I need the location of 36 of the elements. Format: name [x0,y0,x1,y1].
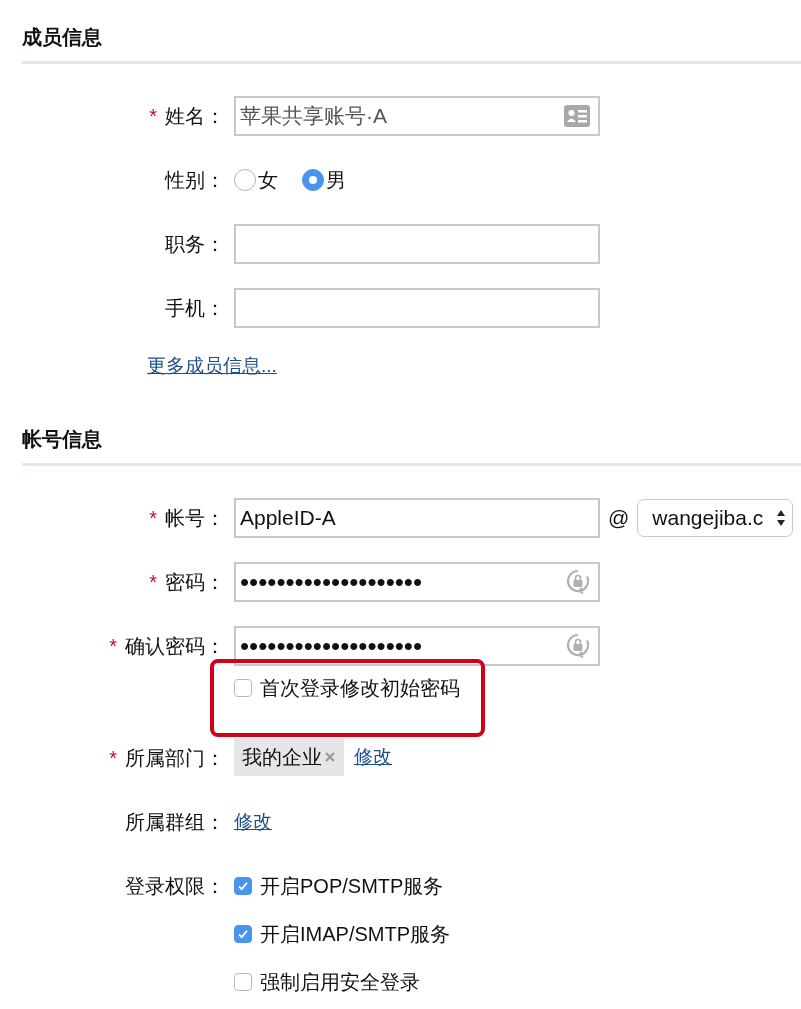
edit-link[interactable]: 修改 [354,744,392,770]
password-field[interactable]: •••••••••••••••••••• [234,626,600,666]
required-asterisk: * [149,570,157,594]
checkbox-label: 首次登录修改初始密码 [260,675,460,701]
field-label: 姓名： [165,103,225,129]
required-asterisk: * [149,506,157,530]
input-field[interactable]: 苹果共享账号·A [234,96,600,136]
field-label: 登录权限： [125,873,225,899]
section-title: 帐号信息 [22,427,103,452]
field-value: •••••••••••••••••••• [240,566,423,598]
field-value: 苹果共享账号·A [240,103,387,129]
input-field[interactable]: AppleID-A [234,498,600,538]
section-title: 成员信息 [22,25,103,50]
radio-label: 男 [326,167,346,193]
radio-label: 女 [258,167,278,193]
required-asterisk: * [149,104,157,128]
checkbox-label: 强制启用安全登录 [260,969,420,995]
field-label: 确认密码： [125,633,225,659]
field-value: •••••••••••••••••••• [240,630,423,662]
field-label: 密码： [165,569,225,595]
required-asterisk: * [109,634,117,658]
field-label: 职务： [165,231,225,257]
more-info-link[interactable]: 更多成员信息... [147,353,277,379]
field-label: 性别： [165,167,225,193]
domain-select[interactable]: wangejiba.c [637,499,794,537]
at-sign: @ [608,506,630,530]
edit-link[interactable]: 修改 [234,809,272,835]
checkbox-label: 开启POP/SMTP服务 [260,873,444,899]
field-label: 所属群组： [125,809,225,835]
password-field[interactable]: •••••••••••••••••••• [234,562,600,602]
checkbox-label: 开启IMAP/SMTP服务 [260,921,450,947]
department-tag: 我的企业 [234,738,344,776]
required-asterisk: * [109,746,117,770]
field-label: 手机： [165,295,225,321]
field-label: 所属部门： [125,745,225,771]
field-label: 帐号： [165,505,225,531]
